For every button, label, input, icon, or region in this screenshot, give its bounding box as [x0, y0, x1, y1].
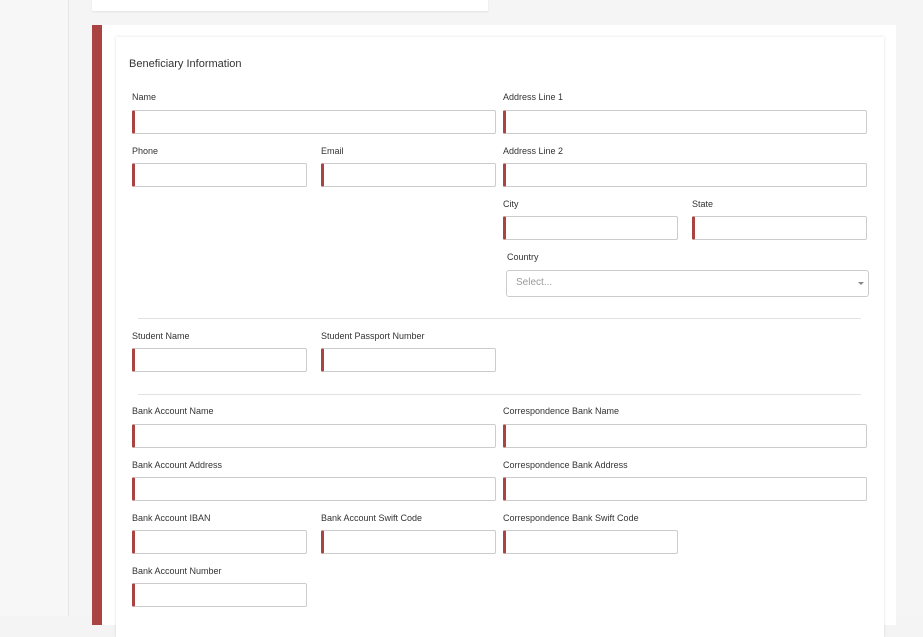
bank-account-name-input[interactable] [132, 424, 496, 448]
bank-account-number-input[interactable] [132, 583, 307, 607]
phone-label: Phone [132, 146, 159, 156]
bank-account-swift-input[interactable] [321, 530, 496, 554]
bank-account-swift-label: Bank Account Swift Code [321, 513, 423, 523]
correspondence-bank-swift-label: Correspondence Bank Swift Code [503, 513, 639, 523]
email-input[interactable] [321, 163, 496, 187]
correspondence-bank-swift-input[interactable] [503, 530, 678, 554]
left-pane [0, 0, 68, 616]
country-label: Country [507, 252, 539, 262]
address-line-1-label: Address Line 1 [503, 92, 564, 102]
previous-card [92, 0, 488, 11]
correspondence-bank-address-input[interactable] [503, 477, 867, 501]
country-select-value: Select... [516, 277, 553, 288]
address-line-2-input[interactable] [503, 163, 867, 187]
bank-account-address-input[interactable] [132, 477, 496, 501]
name-input[interactable] [132, 110, 496, 134]
bank-account-iban-input[interactable] [132, 530, 307, 554]
student-passport-label: Student Passport Number [321, 331, 425, 341]
bank-account-name-label: Bank Account Name [132, 406, 214, 416]
city-label: City [503, 199, 519, 209]
state-label: State [692, 199, 714, 209]
correspondence-bank-name-input[interactable] [503, 424, 867, 448]
name-label: Name [132, 92, 157, 102]
section-divider [138, 394, 861, 395]
correspondence-bank-address-label: Correspondence Bank Address [503, 460, 628, 470]
email-label: Email [321, 146, 344, 156]
card-accent-bar [92, 25, 102, 625]
state-input[interactable] [692, 216, 867, 240]
bank-account-number-label: Bank Account Number [132, 566, 222, 576]
city-input[interactable] [503, 216, 678, 240]
bank-account-iban-label: Bank Account IBAN [132, 513, 211, 523]
correspondence-bank-name-label: Correspondence Bank Name [503, 406, 620, 416]
country-select[interactable]: Select... [506, 270, 869, 297]
section-title: Beneficiary Information [129, 58, 242, 70]
student-name-label: Student Name [132, 331, 190, 341]
address-line-1-input[interactable] [503, 110, 867, 134]
chevron-down-icon [858, 282, 864, 285]
phone-input[interactable] [132, 163, 307, 187]
address-line-2-label: Address Line 2 [503, 146, 564, 156]
section-divider [138, 318, 861, 319]
student-name-input[interactable] [132, 348, 307, 372]
student-passport-input[interactable] [321, 348, 496, 372]
bank-account-address-label: Bank Account Address [132, 460, 223, 470]
